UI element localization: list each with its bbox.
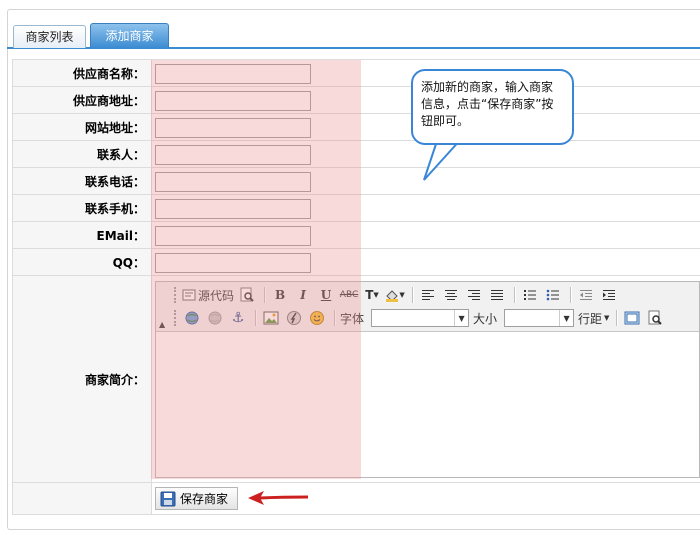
form-row-supplier-address: 供应商地址： xyxy=(12,87,700,114)
size-select-value xyxy=(505,310,559,326)
form-row-supplier-name: 供应商名称： xyxy=(12,60,700,87)
field-label: 联系电话： xyxy=(12,168,152,194)
phone-input[interactable] xyxy=(155,172,311,192)
merchant-form: 供应商名称： 供应商地址： 网站地址： 联系人： 联系电话： 联系手机： EMa… xyxy=(12,59,700,515)
mobile-input[interactable] xyxy=(155,199,311,219)
font-select[interactable]: ▼ xyxy=(371,309,470,327)
website-input[interactable] xyxy=(155,118,311,138)
source-code-label: 源代码 xyxy=(198,288,235,303)
pointer-arrow xyxy=(248,491,309,505)
contact-input[interactable] xyxy=(155,145,311,165)
supplier-address-input[interactable] xyxy=(155,91,311,111)
form-row-mobile: 联系手机： xyxy=(12,195,700,222)
field-label: 联系人： xyxy=(12,141,152,167)
help-callout: 添加新的商家，输入商家信息，点击“保存商家”按钮即可。 xyxy=(411,69,574,145)
editor-toolbar: 源代码 B I U ABC T ▼ ▼ ⚓ 字体 ▼ 大小 ▼ 行距 ▼ ▲ xyxy=(156,282,699,332)
callout-text: 添加新的商家，输入商家信息，点击“保存商家”按钮即可。 xyxy=(421,80,554,128)
field-label: QQ： xyxy=(12,249,152,275)
save-icon xyxy=(160,491,176,506)
toolbar-separator xyxy=(264,287,267,303)
field-label: 供应商地址： xyxy=(12,87,152,113)
tab-bar: 商家列表 添加商家 xyxy=(7,23,700,49)
strikethrough-icon[interactable]: ABC xyxy=(339,285,359,305)
toolbar-separator xyxy=(570,287,573,303)
form-row-contact: 联系人： xyxy=(12,141,700,168)
image-icon[interactable] xyxy=(261,308,281,328)
rich-text-editor: 源代码 B I U ABC T ▼ ▼ ⚓ 字体 ▼ 大小 ▼ 行距 ▼ ▲ xyxy=(155,281,700,478)
source-code-button[interactable]: 源代码 xyxy=(182,285,234,305)
align-left-icon[interactable] xyxy=(418,285,438,305)
toolbar-separator xyxy=(334,310,336,326)
field-label: 网站地址： xyxy=(12,114,152,140)
toolbar-collapse-icon[interactable]: ▲ xyxy=(159,320,165,329)
fullscreen-icon[interactable] xyxy=(622,308,642,328)
source-code-icon xyxy=(182,289,196,301)
form-row-email: EMail： xyxy=(12,222,700,249)
save-merchant-button[interactable]: 保存商家 xyxy=(155,487,238,510)
form-row-website: 网站地址： xyxy=(12,114,700,141)
chevron-down-icon: ▼ xyxy=(559,310,573,326)
align-center-icon[interactable] xyxy=(441,285,461,305)
text-color-icon[interactable]: T ▼ xyxy=(362,285,382,305)
toolbar-separator xyxy=(255,310,257,326)
unlink-icon[interactable] xyxy=(205,308,225,328)
field-label: 商家简介： xyxy=(12,276,152,482)
supplier-name-input[interactable] xyxy=(155,64,311,84)
line-spacing-label: 行距 xyxy=(578,311,603,326)
field-label: EMail： xyxy=(12,222,152,248)
actions-label-cell xyxy=(12,483,152,514)
form-row-phone: 联系电话： xyxy=(12,168,700,195)
unordered-list-icon[interactable] xyxy=(543,285,563,305)
anchor-icon[interactable]: ⚓ xyxy=(228,308,248,328)
font-label: 字体 xyxy=(340,311,365,326)
find-replace-icon[interactable] xyxy=(645,308,665,328)
chevron-down-icon: ▼ xyxy=(454,310,468,326)
indent-icon[interactable] xyxy=(599,285,619,305)
flash-icon[interactable] xyxy=(284,308,304,328)
tab-merchant-list[interactable]: 商家列表 xyxy=(13,25,86,48)
form-row-actions xyxy=(12,483,700,515)
toolbar-separator xyxy=(616,310,619,326)
background-color-icon[interactable]: ▼ xyxy=(385,285,405,305)
toolbar-separator xyxy=(412,287,415,303)
form-row-qq: QQ： xyxy=(12,249,700,276)
link-icon[interactable] xyxy=(182,308,202,328)
toolbar-grip xyxy=(174,310,178,326)
outdent-icon[interactable] xyxy=(576,285,596,305)
toolbar-row-1: 源代码 B I U ABC T ▼ ▼ xyxy=(174,284,622,306)
ordered-list-icon[interactable] xyxy=(520,285,540,305)
underline-icon[interactable]: U xyxy=(316,285,336,305)
italic-icon[interactable]: I xyxy=(293,285,313,305)
editor-content-area[interactable] xyxy=(156,332,699,477)
font-select-value xyxy=(372,310,454,326)
toolbar-row-2: ⚓ 字体 ▼ 大小 ▼ 行距 ▼ xyxy=(174,307,668,329)
size-select[interactable]: ▼ xyxy=(504,309,575,327)
tab-add-merchant[interactable]: 添加商家 xyxy=(90,23,169,48)
toolbar-separator xyxy=(514,287,517,303)
size-label: 大小 xyxy=(473,311,498,326)
emoticon-icon[interactable] xyxy=(307,308,327,328)
preview-icon[interactable] xyxy=(237,285,257,305)
align-justify-icon[interactable] xyxy=(487,285,507,305)
email-input[interactable] xyxy=(155,226,311,246)
align-right-icon[interactable] xyxy=(464,285,484,305)
field-label: 供应商名称： xyxy=(12,60,152,86)
qq-input[interactable] xyxy=(155,253,311,273)
field-label: 联系手机： xyxy=(12,195,152,221)
toolbar-grip xyxy=(174,287,178,303)
line-spacing-button[interactable]: 行距 ▼ xyxy=(578,308,609,328)
bold-icon[interactable]: B xyxy=(270,285,290,305)
save-button-label: 保存商家 xyxy=(180,492,229,506)
